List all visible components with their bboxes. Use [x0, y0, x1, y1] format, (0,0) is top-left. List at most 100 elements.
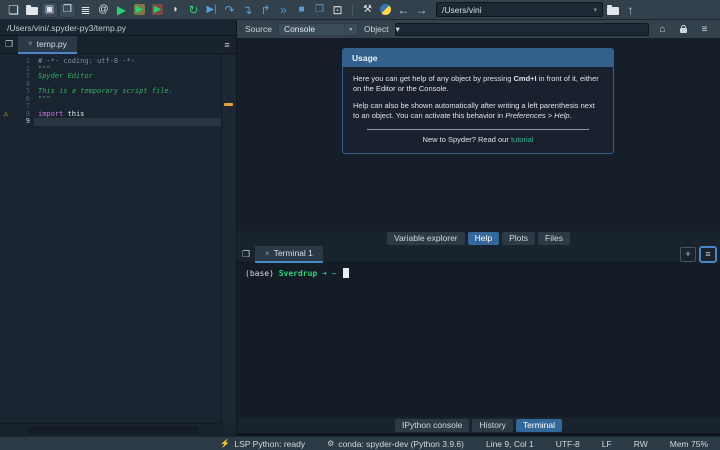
working-directory-combo[interactable]: /Users/vini ▾ — [436, 2, 603, 17]
help-pane-tabs: Variable explorer Help Plots Files — [237, 231, 720, 246]
rerun-cell-button[interactable]: ↻ — [185, 2, 202, 18]
preferences-wrench-button[interactable]: ⚒ — [359, 2, 376, 18]
tab-terminal[interactable]: Terminal — [515, 418, 563, 432]
code-line: 5 This is a temporary script file. — [0, 87, 222, 96]
conda-env-status[interactable]: ⚙ conda: spyder-dev (Python 3.9.6) — [327, 439, 464, 449]
editor-tabbar: ❐ × temp.py ≡ — [0, 35, 236, 54]
new-file-icon: ❏ — [8, 2, 19, 17]
back-button[interactable]: ← — [395, 2, 412, 18]
run-file-button[interactable]: ▶ — [113, 2, 130, 18]
maximize-pane-button[interactable]: ❒ — [311, 2, 328, 18]
debug-step-into-button[interactable]: ↴ — [239, 2, 256, 18]
debug-stop-button[interactable]: ■ — [293, 2, 310, 18]
help-source-combo[interactable]: Console ▾ — [277, 22, 358, 36]
editor-vertical-scrollbar[interactable] — [221, 54, 236, 424]
warning-gutter — [0, 118, 12, 126]
menu-icon: ≡ — [705, 249, 711, 259]
warning-icon: ⚠ — [3, 110, 9, 118]
browse-directory-button[interactable] — [604, 2, 621, 18]
close-icon[interactable]: × — [28, 39, 33, 48]
code-text — [34, 118, 222, 126]
permissions-label: RW — [633, 438, 648, 449]
run-to-line-button[interactable]: ▶| — [203, 2, 220, 18]
code-text: """ — [34, 95, 222, 104]
run-selection-button[interactable]: ◗ — [167, 2, 184, 18]
line-number: 4 — [25, 79, 30, 88]
status-bar: ⚡ LSP Python: ready ⚙ conda: spyder-dev (Py… — [0, 436, 720, 450]
forward-button[interactable]: → — [413, 2, 430, 18]
run-cell-advance-button[interactable]: ▶ — [149, 2, 166, 18]
open-file-icon — [25, 4, 38, 15]
line-number: 8 — [25, 109, 30, 118]
python-env-button[interactable] — [377, 2, 394, 18]
code-line: ⚠ 8 import this — [0, 109, 222, 119]
debug-stop-icon: ■ — [298, 4, 305, 15]
editor-tab-temp-py[interactable]: × temp.py — [18, 35, 77, 54]
terminal-tab-1[interactable]: × Terminal 1 — [255, 245, 323, 263]
warning-gutter — [0, 73, 12, 81]
fullscreen-button[interactable]: ⊡ — [329, 2, 346, 18]
run-cell-icon: ▶ — [133, 4, 146, 15]
file-switcher-button[interactable]: ≣ — [77, 2, 94, 18]
debug-step-out-button[interactable]: ↱ — [257, 2, 274, 18]
toolbar-icons: ❏ ▣ ❐ ≣ @ ▶ ▶ ▶ ◗ ↻ ▶| ↷ ↴ ↱ » ■ ❒ ⊡ ⚒ ← → — [5, 1, 430, 18]
usage-footer: New to Spyder? Read our tutorial — [422, 134, 534, 144]
tab-files[interactable]: Files — [538, 232, 570, 245]
tab-history[interactable]: History — [472, 418, 513, 432]
menu-icon: ≡ — [224, 39, 230, 50]
run-cell-advance-icon: ▶ — [151, 4, 164, 15]
prompt-segment: ➜ — [317, 269, 332, 278]
tab-variable-explorer[interactable]: Variable explorer — [387, 232, 465, 245]
debug-step-over-button[interactable]: ↷ — [221, 2, 238, 18]
code-text: This is a temporary script file. — [34, 87, 222, 96]
terminal-prompt: (base) Sverdrup ➜ ~ — [245, 269, 341, 278]
open-file-button[interactable] — [23, 2, 40, 18]
terminal-console[interactable]: (base) Sverdrup ➜ ~ — [237, 263, 720, 417]
up-arrow-icon: ↑ — [627, 2, 634, 17]
chevron-down-icon: ▾ — [593, 6, 597, 14]
parent-directory-button[interactable]: ↑ — [622, 2, 639, 18]
terminal-options-button[interactable]: ≡ — [700, 246, 716, 262]
tutorial-link[interactable]: tutorial — [511, 135, 534, 144]
debug-step-over-icon: ↷ — [224, 2, 235, 17]
main-toolbar: ❏ ▣ ❐ ≣ @ ▶ ▶ ▶ ◗ ↻ ▶| ↷ ↴ ↱ » ■ ❒ ⊡ ⚒ ← → /Users/vini ▾ ↑ — [0, 0, 720, 20]
find-symbol-icon: @ — [98, 4, 109, 15]
run-selection-icon: ◗ — [172, 4, 179, 15]
find-symbol-button[interactable]: @ — [95, 2, 112, 18]
line-number: 6 — [25, 94, 30, 103]
browse-terminal-tabs-button[interactable]: ❐ — [237, 246, 255, 262]
tab-plots[interactable]: Plots — [502, 232, 536, 245]
tab-ipython-console[interactable]: IPython console — [394, 418, 470, 432]
tab-help[interactable]: Help — [467, 232, 500, 245]
line-number: 2 — [25, 64, 30, 73]
code-line: 3 Spyder Editor — [0, 72, 222, 81]
run-cell-button[interactable]: ▶ — [131, 2, 148, 18]
debug-continue-button[interactable]: » — [275, 2, 292, 18]
save-all-button[interactable]: ❐ — [59, 1, 76, 18]
working-directory-value: /Users/vini — [442, 4, 482, 15]
warning-scroll-flag[interactable] — [224, 103, 233, 106]
close-icon[interactable]: × — [265, 249, 270, 258]
lsp-status-label: LSP Python: ready — [234, 438, 306, 449]
help-options-button[interactable]: ≡ — [697, 22, 712, 37]
conda-env-status-label: conda: spyder-dev (Python 3.9.6) — [338, 438, 464, 449]
scrollbar-thumb[interactable] — [28, 426, 198, 434]
help-object-input[interactable]: ▾ — [394, 22, 649, 36]
save-all-icon: ❐ — [63, 4, 72, 15]
code-text: # -*- coding: utf-8 -*- — [34, 57, 222, 66]
new-terminal-button[interactable]: + — [680, 246, 696, 262]
source-label: Source — [245, 24, 272, 34]
cursor-position-label: Line 9, Col 1 — [485, 438, 534, 449]
editor-code[interactable]: 1 # -*- coding: utf-8 -*- 2 """ 3 Spyder Edit… — [0, 54, 222, 424]
warning-gutter — [0, 88, 12, 96]
editor-horizontal-scrollbar[interactable] — [0, 423, 222, 436]
browse-tabs-button[interactable]: ❐ — [0, 37, 18, 53]
save-file-button[interactable]: ▣ — [41, 1, 58, 18]
maximize-pane-icon: ❒ — [315, 4, 324, 15]
help-home-button[interactable]: ⌂ — [655, 22, 670, 37]
new-file-button[interactable]: ❏ — [5, 2, 22, 18]
editor-options-button[interactable]: ≡ — [218, 37, 236, 53]
file-switcher-icon: ≣ — [80, 2, 91, 17]
lsp-status[interactable]: ⚡ LSP Python: ready — [220, 439, 305, 449]
help-lock-button[interactable] — [676, 22, 691, 37]
